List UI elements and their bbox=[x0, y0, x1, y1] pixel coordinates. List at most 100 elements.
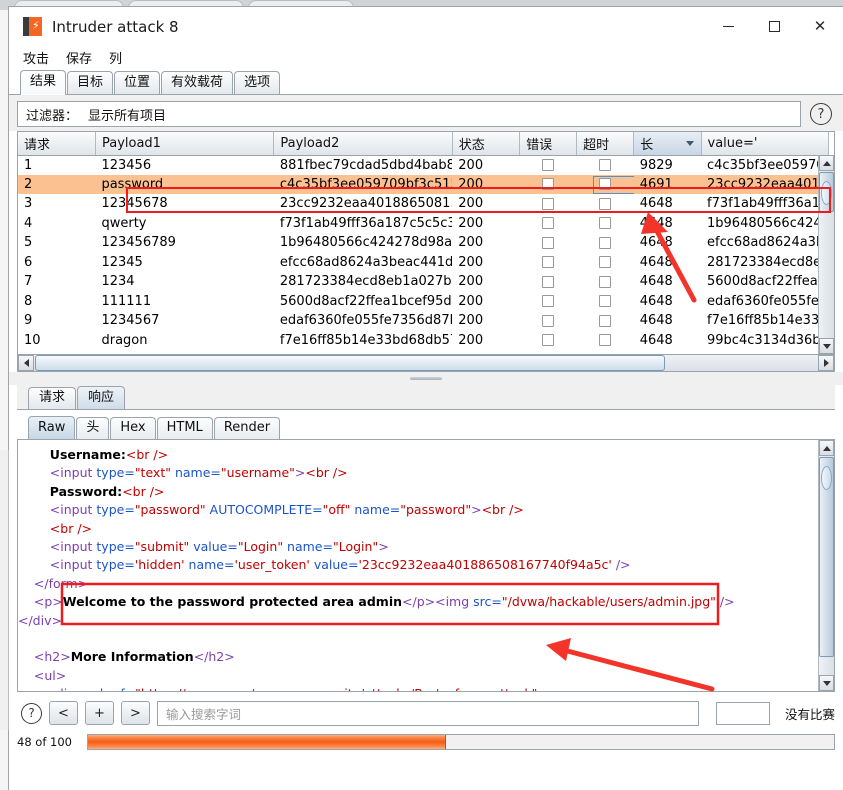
cell-status: 200 bbox=[452, 174, 520, 194]
scrollbar-thumb[interactable] bbox=[35, 355, 665, 371]
results-horizontal-scrollbar[interactable] bbox=[17, 355, 835, 372]
cell-value: 281723384ecd8eb1… bbox=[707, 254, 829, 270]
tab-html[interactable]: HTML bbox=[156, 417, 213, 439]
scroll-up-arrow-icon[interactable] bbox=[819, 155, 834, 171]
cell-error bbox=[520, 233, 577, 253]
cell-length: 4648 bbox=[639, 215, 673, 231]
response-body-viewer[interactable]: Username:<br /> <input type="text" name=… bbox=[17, 440, 835, 692]
burp-intruder-icon: ⚡ bbox=[23, 17, 42, 36]
timeout-checkbox[interactable] bbox=[599, 256, 612, 269]
timeout-checkbox[interactable] bbox=[599, 236, 612, 249]
error-checkbox[interactable] bbox=[542, 159, 555, 171]
scrollbar-thumb[interactable] bbox=[819, 172, 834, 212]
timeout-checkbox[interactable] bbox=[599, 275, 612, 288]
timeout-checkbox[interactable] bbox=[599, 334, 612, 347]
tab-raw[interactable]: Raw bbox=[28, 416, 76, 439]
timeout-checkbox[interactable] bbox=[599, 314, 612, 327]
cell-value: 5600d8acf22ffea1bc… bbox=[707, 274, 829, 290]
cell-error bbox=[520, 214, 577, 234]
panel-splitter[interactable] bbox=[9, 372, 843, 385]
tab-payloads[interactable]: 有效载荷 bbox=[161, 71, 234, 94]
column-header-status[interactable]: 状态 bbox=[452, 132, 521, 156]
application-window: ⚡ Intruder attack 8 ✕ 攻击 保存 列 结果 目标 位置 有… bbox=[0, 0, 843, 790]
cell-payload2: f7e16ff85b14e33bd68db57… bbox=[279, 332, 453, 348]
column-header-error[interactable]: 错误 bbox=[519, 132, 578, 156]
column-header-timeout[interactable]: 超时 bbox=[576, 132, 635, 156]
tab-results[interactable]: 结果 bbox=[20, 70, 67, 95]
error-checkbox[interactable] bbox=[542, 197, 555, 210]
cell-status: 200 bbox=[458, 196, 484, 212]
search-next-button[interactable]: > bbox=[121, 701, 150, 725]
error-checkbox[interactable] bbox=[542, 217, 555, 230]
tab-options[interactable]: 选项 bbox=[234, 71, 281, 94]
menu-item-attack[interactable]: 攻击 bbox=[21, 47, 51, 68]
results-vertical-scrollbar[interactable] bbox=[818, 155, 834, 354]
tab-render[interactable]: Render bbox=[213, 417, 281, 439]
table-row[interactable]: 7 1234 281723384ecd8eb1a027b… 200 4648 5… bbox=[18, 272, 829, 292]
error-checkbox[interactable] bbox=[542, 256, 555, 269]
error-checkbox[interactable] bbox=[542, 236, 555, 249]
cell-value: efcc68ad8624a3bea… bbox=[707, 235, 829, 251]
table-row[interactable]: 4 qwerty f73f1ab49fff36a187c5c5c3… 200 4… bbox=[18, 214, 829, 234]
timeout-checkbox[interactable] bbox=[599, 159, 612, 171]
tab-response[interactable]: 响应 bbox=[77, 386, 126, 409]
error-checkbox[interactable] bbox=[542, 314, 555, 327]
scroll-up-arrow-icon[interactable] bbox=[819, 440, 834, 456]
cell-error bbox=[520, 253, 577, 273]
filter-field[interactable]: 过滤器： 显示所有项目 bbox=[17, 101, 801, 127]
question-mark-icon[interactable]: ? bbox=[21, 702, 42, 724]
cell-error bbox=[519, 174, 577, 194]
timeout-checkbox[interactable] bbox=[599, 295, 612, 308]
code-line: <ul> bbox=[33, 667, 67, 683]
search-add-button[interactable]: + bbox=[85, 701, 114, 725]
timeout-checkbox[interactable] bbox=[599, 217, 612, 230]
column-header-payload1[interactable]: Payload1 bbox=[95, 132, 275, 156]
collapsed-side-strip[interactable] bbox=[0, 450, 9, 730]
scroll-down-arrow-icon[interactable] bbox=[819, 675, 834, 691]
tab-hex[interactable]: Hex bbox=[110, 417, 156, 439]
timeout-checkbox[interactable] bbox=[599, 197, 612, 210]
error-checkbox[interactable] bbox=[542, 295, 555, 308]
menu-item-columns[interactable]: 列 bbox=[107, 47, 124, 68]
table-row[interactable]: 8 111111 5600d8acf22ffea1bcef95d1… 200 4… bbox=[18, 292, 829, 312]
search-previous-button[interactable]: < bbox=[49, 701, 78, 725]
tab-headers[interactable]: 头 bbox=[76, 417, 110, 439]
table-row[interactable]: 5 123456789 1b96480566c424278d98a… 200 4… bbox=[18, 233, 829, 253]
code-line: Password:<br /> bbox=[49, 483, 165, 499]
code-line: <p>Welcome to the password protected are… bbox=[33, 594, 735, 610]
match-count-box[interactable] bbox=[715, 701, 770, 725]
column-header-length[interactable]: 长 bbox=[633, 132, 702, 156]
table-row[interactable]: 6 12345 efcc68ad8624a3beac441d… 200 4648… bbox=[18, 253, 829, 273]
minimize-button[interactable] bbox=[705, 7, 751, 46]
error-checkbox[interactable] bbox=[542, 178, 555, 191]
maximize-button[interactable] bbox=[751, 7, 797, 46]
tab-request[interactable]: 请求 bbox=[28, 387, 77, 409]
column-header-request[interactable]: 请求 bbox=[18, 132, 96, 156]
tab-target[interactable]: 目标 bbox=[67, 71, 114, 94]
scrollbar-thumb[interactable] bbox=[819, 457, 834, 657]
column-header-payload2[interactable]: Payload2 bbox=[273, 132, 453, 156]
column-header-value[interactable]: value=' bbox=[701, 132, 829, 156]
menu-item-save[interactable]: 保存 bbox=[64, 47, 94, 68]
status-bar: 48 of 100 bbox=[17, 734, 835, 750]
cell-timeout bbox=[577, 253, 634, 273]
scroll-left-arrow-icon[interactable] bbox=[18, 355, 34, 371]
response-vertical-scrollbar[interactable] bbox=[818, 440, 834, 691]
scroll-down-arrow-icon[interactable] bbox=[819, 338, 834, 354]
error-checkbox[interactable] bbox=[542, 334, 555, 347]
table-row[interactable]: 3 12345678 23cc9232eaa4018865081… 200 46… bbox=[18, 194, 829, 214]
table-row[interactable]: 9 1234567 edaf6360fe055fe7356d87b… 200 4… bbox=[18, 311, 829, 331]
search-input[interactable]: 输入搜索字词 bbox=[157, 700, 699, 726]
error-checkbox[interactable] bbox=[542, 275, 555, 288]
cell-error bbox=[520, 311, 577, 331]
cell-status: 200 bbox=[458, 274, 484, 290]
table-row[interactable]: 1 123456 881fbec79cdad5dbd4bab8… 200 982… bbox=[18, 155, 829, 175]
table-row[interactable]: 2 password c4c35bf3ee059709bf3c515… 200 … bbox=[18, 174, 829, 194]
close-button[interactable]: ✕ bbox=[797, 7, 843, 46]
table-row[interactable]: 10 dragon f7e16ff85b14e33bd68db57… 200 4… bbox=[18, 331, 829, 351]
scroll-right-arrow-icon[interactable] bbox=[818, 355, 834, 371]
window-title: Intruder attack 8 bbox=[52, 17, 179, 36]
tab-positions[interactable]: 位置 bbox=[114, 71, 161, 94]
question-mark-icon[interactable]: ? bbox=[810, 103, 832, 125]
cell-request: 9 bbox=[24, 313, 33, 329]
